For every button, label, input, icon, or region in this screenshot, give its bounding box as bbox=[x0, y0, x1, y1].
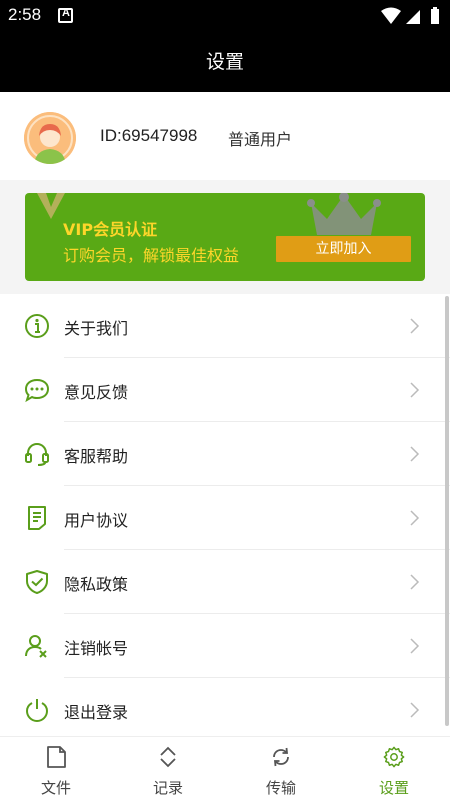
shield-check-icon bbox=[26, 570, 48, 594]
sort-icon bbox=[160, 746, 176, 768]
tab-files[interactable]: 文件 bbox=[0, 737, 112, 800]
ribbon-icon bbox=[37, 193, 65, 219]
user-id: ID:69547998 bbox=[100, 126, 198, 145]
scrollbar[interactable] bbox=[444, 294, 450, 736]
tab-label: 文件 bbox=[40, 779, 71, 797]
wifi-icon bbox=[381, 7, 401, 24]
page-title: 设置 bbox=[0, 32, 450, 92]
user-remove-icon bbox=[25, 635, 47, 658]
bottom-tab-bar: 文件 记录 传输 设置 bbox=[0, 736, 450, 800]
tab-transfer[interactable]: 传输 bbox=[225, 737, 337, 800]
status-time: 2:58 bbox=[8, 5, 42, 24]
gear-icon bbox=[383, 746, 405, 768]
notification-icon bbox=[58, 7, 73, 23]
chat-bubble-icon bbox=[24, 378, 50, 403]
document-icon bbox=[28, 506, 46, 530]
join-now-button[interactable]: 立即加入 bbox=[276, 236, 411, 262]
menu-item-label: 关于我们 bbox=[64, 319, 129, 338]
chevron-right-icon bbox=[410, 318, 420, 334]
menu-item-privacy-policy[interactable]: 隐私政策 bbox=[0, 550, 450, 614]
menu-item-feedback[interactable]: 意见反馈 bbox=[0, 358, 450, 422]
sync-icon bbox=[273, 747, 289, 767]
menu-item-label: 意见反馈 bbox=[64, 383, 129, 402]
vip-card[interactable]: VIP会员认证 订购会员，解锁最佳权益 立即加入 bbox=[25, 193, 425, 281]
menu-item-logout[interactable]: 退出登录 bbox=[0, 678, 450, 736]
menu-item-label: 用户协议 bbox=[64, 511, 129, 530]
info-icon bbox=[25, 314, 49, 338]
vip-title: VIP会员认证 bbox=[63, 220, 158, 239]
battery-icon bbox=[431, 7, 439, 24]
vip-section: VIP会员认证 订购会员，解锁最佳权益 立即加入 bbox=[0, 180, 450, 294]
file-icon bbox=[47, 746, 66, 768]
avatar[interactable] bbox=[24, 112, 76, 164]
chevron-right-icon bbox=[410, 638, 420, 654]
chevron-right-icon bbox=[410, 510, 420, 526]
menu-item-label: 退出登录 bbox=[64, 703, 129, 722]
menu-item-delete-account[interactable]: 注销帐号 bbox=[0, 614, 450, 678]
signal-icon bbox=[406, 10, 420, 24]
tab-label: 传输 bbox=[265, 779, 296, 797]
headset-icon bbox=[25, 442, 49, 466]
menu-item-label: 客服帮助 bbox=[64, 447, 129, 466]
menu-item-label: 注销帐号 bbox=[64, 639, 129, 658]
chevron-right-icon bbox=[410, 446, 420, 462]
tab-settings[interactable]: 设置 bbox=[338, 737, 450, 800]
menu-item-about[interactable]: 关于我们 bbox=[0, 294, 450, 358]
crown-icon bbox=[307, 193, 381, 235]
scrollbar-thumb[interactable] bbox=[445, 296, 449, 726]
menu-item-customer-service[interactable]: 客服帮助 bbox=[0, 422, 450, 486]
avatar-icon bbox=[24, 112, 76, 164]
tab-label: 记录 bbox=[152, 779, 183, 797]
menu-item-label: 隐私政策 bbox=[64, 575, 129, 594]
user-type: 普通用户 bbox=[228, 130, 293, 149]
chevron-right-icon bbox=[410, 702, 420, 718]
profile-section[interactable]: ID:69547998 普通用户 bbox=[0, 92, 450, 180]
tab-label: 设置 bbox=[378, 779, 409, 797]
menu-item-user-agreement[interactable]: 用户协议 bbox=[0, 486, 450, 550]
chevron-right-icon bbox=[410, 382, 420, 398]
tab-records[interactable]: 记录 bbox=[112, 737, 224, 800]
status-icons bbox=[381, 7, 439, 24]
status-bar: 2:58 bbox=[0, 0, 450, 32]
chevron-right-icon bbox=[410, 574, 420, 590]
vip-subtitle: 订购会员，解锁最佳权益 bbox=[63, 246, 240, 265]
settings-menu: 关于我们 意见反馈 客服帮助 用户协议 隐私政策 注销帐号 退出登录 bbox=[0, 294, 450, 736]
power-icon bbox=[25, 699, 49, 723]
